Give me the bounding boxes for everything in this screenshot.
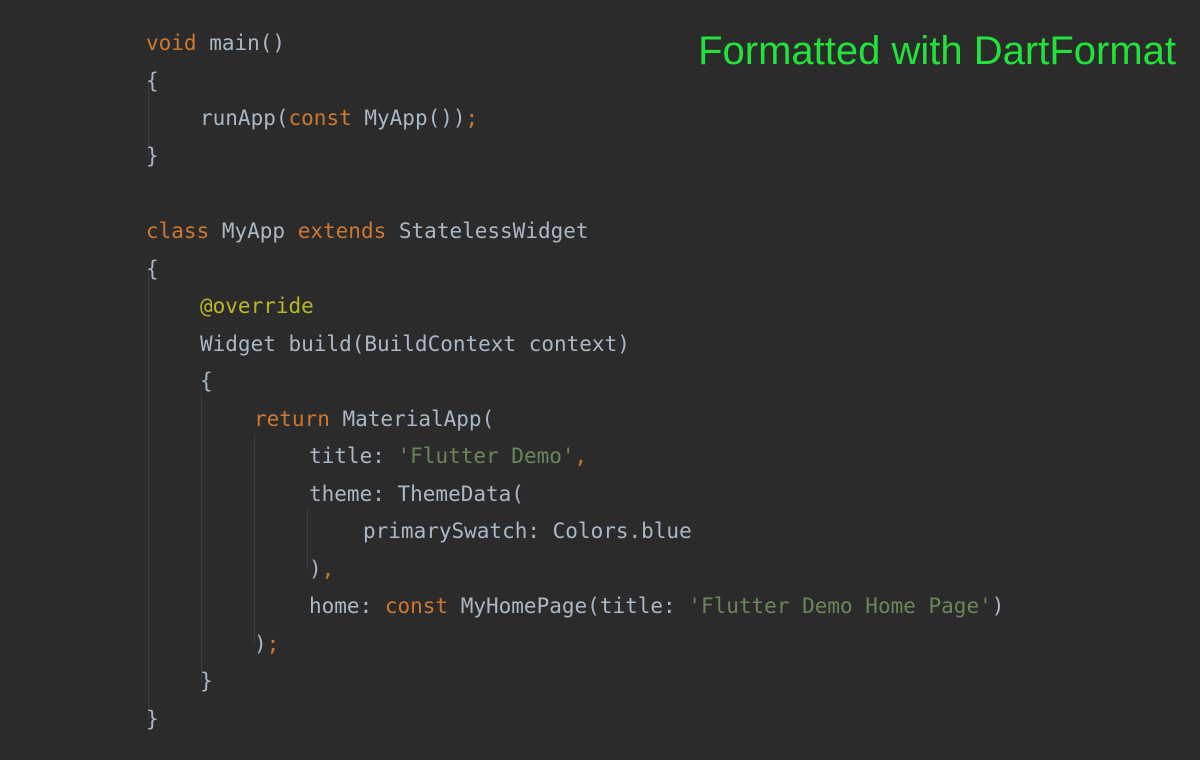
code-line-5: class MyApp extends StatelessWidget [146, 212, 589, 250]
run-app-call: runApp( [200, 106, 289, 130]
main-signature: main() [196, 31, 286, 55]
home-param: home: [309, 594, 385, 618]
code-line-3: runApp(const MyApp()); [200, 99, 478, 137]
keyword-return: return [254, 407, 330, 431]
indent-guide-build [201, 394, 202, 682]
keyword-class: class [146, 219, 210, 243]
code-line-2: { [146, 62, 159, 100]
open-brace: { [200, 369, 213, 393]
theme-param: theme: ThemeData( [309, 482, 524, 506]
superclass-name: StatelessWidget [386, 219, 589, 243]
indent-guide-materialapp [254, 434, 255, 644]
build-signature: Widget build(BuildContext context) [200, 332, 630, 356]
comma: , [321, 557, 335, 581]
indent-guide-themedata [307, 509, 308, 569]
title-param: title: [309, 444, 398, 468]
code-line-13: primarySwatch: Colors.blue [363, 512, 692, 550]
keyword-void: void [146, 31, 197, 55]
close-paren: ) [991, 594, 1005, 618]
class-name: MyApp [209, 219, 298, 243]
semicolon: ; [465, 106, 479, 130]
code-line-16: ); [254, 625, 279, 663]
close-brace: } [146, 144, 159, 168]
close-paren: ) [254, 632, 267, 656]
comma: , [574, 444, 588, 468]
code-line-11: title: 'Flutter Demo', [309, 437, 587, 475]
code-line-12: theme: ThemeData( [309, 475, 524, 513]
home-title-string: 'Flutter Demo Home Page' [688, 594, 992, 618]
override-annotation: @override [200, 294, 314, 318]
code-line-9: { [200, 362, 213, 400]
code-area[interactable]: void main() { runApp(const MyApp()); } c… [146, 24, 1146, 744]
code-line-18: } [146, 700, 159, 738]
code-line-7: @override [200, 287, 314, 325]
code-line-14: ), [309, 550, 334, 588]
semicolon: ; [266, 632, 280, 656]
my-app-constructor: MyApp()) [351, 106, 466, 130]
code-editor[interactable]: Formatted with DartFormat void main() { … [0, 0, 1200, 760]
keyword-extends: extends [297, 219, 387, 243]
keyword-const: const [384, 594, 449, 618]
code-line-15: home: const MyHomePage(title: 'Flutter D… [309, 587, 1004, 625]
close-paren: ) [309, 557, 322, 581]
close-brace: } [200, 669, 213, 693]
keyword-const: const [288, 106, 352, 130]
close-brace: } [146, 707, 159, 731]
code-line-10: return MaterialApp( [254, 400, 494, 438]
code-line-17: } [200, 662, 213, 700]
code-line-4: } [146, 137, 159, 175]
my-home-page-call: MyHomePage(title: [448, 594, 689, 618]
indent-guide-class [148, 269, 149, 719]
code-line-6: { [146, 250, 159, 288]
open-brace: { [146, 69, 159, 93]
open-brace: { [146, 257, 159, 281]
material-app-call: MaterialApp( [329, 407, 495, 431]
title-string: 'Flutter Demo' [397, 444, 575, 468]
primary-swatch-param: primarySwatch: Colors.blue [363, 519, 692, 543]
code-line-8: Widget build(BuildContext context) [200, 325, 630, 363]
code-line-1: void main() [146, 24, 285, 62]
